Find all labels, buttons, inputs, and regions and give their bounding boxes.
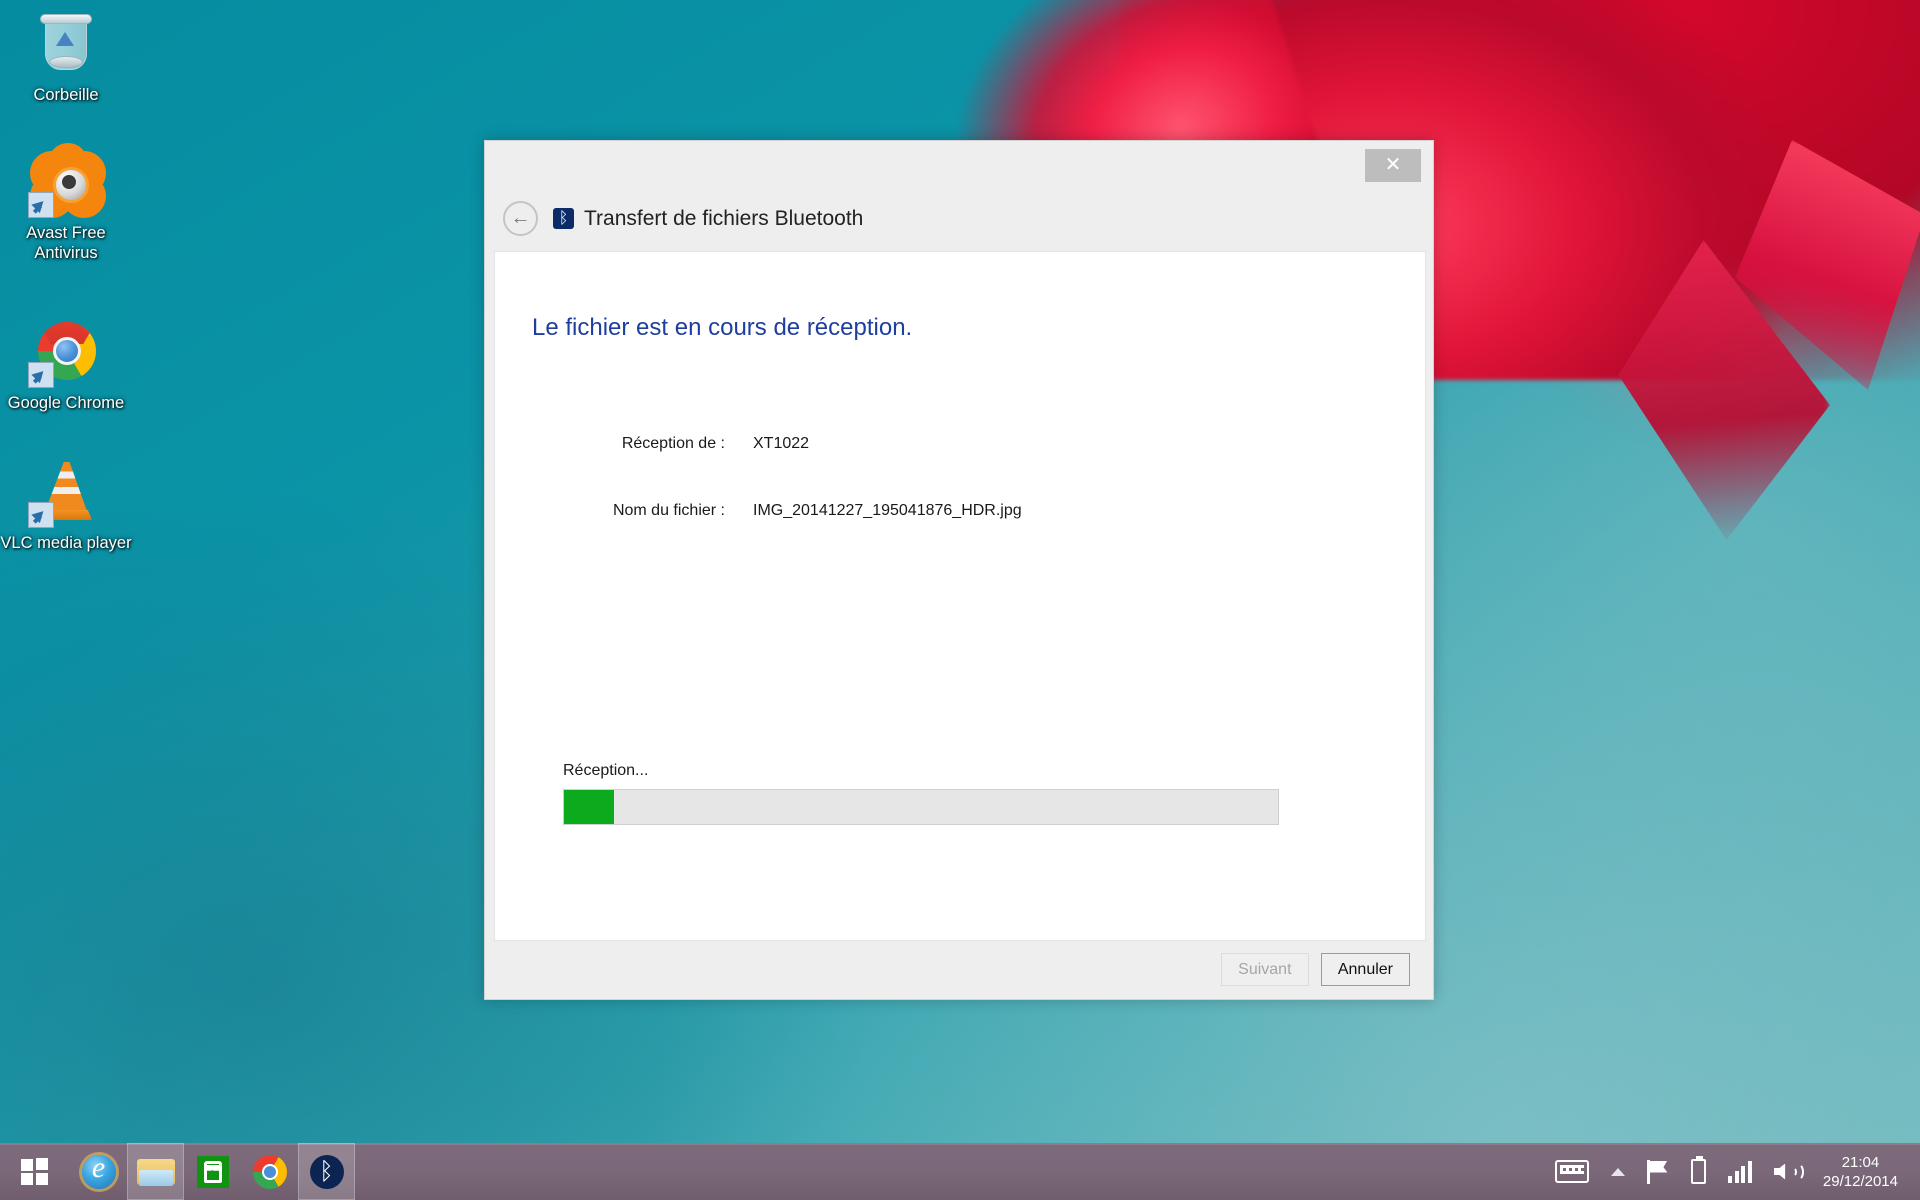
bluetooth-icon: ᛒ xyxy=(553,208,574,229)
bluetooth-glyph: ᛒ xyxy=(319,1157,334,1185)
bluetooth-icon: ᛒ xyxy=(309,1154,344,1189)
desktop-icon-chrome[interactable]: Google Chrome xyxy=(0,318,132,413)
chevron-up-icon xyxy=(1611,1167,1626,1176)
back-arrow-icon[interactable]: ← xyxy=(503,201,538,236)
desktop-icon-label: Corbeille xyxy=(33,86,99,104)
dialog-titlebar: ✕ ← ᛒ Transfert de fichiers Bluetooth xyxy=(485,141,1433,251)
keyboard-icon xyxy=(1555,1160,1590,1183)
next-button[interactable]: Suivant xyxy=(1220,953,1309,986)
desktop-icon-label: Google Chrome xyxy=(7,394,125,412)
tray-action-center-button[interactable] xyxy=(1636,1143,1680,1200)
start-button[interactable] xyxy=(0,1143,70,1200)
battery-icon xyxy=(1691,1155,1707,1184)
tray-volume-button[interactable] xyxy=(1763,1143,1815,1200)
taskbar-item-internet-explorer[interactable] xyxy=(70,1143,127,1200)
windows-logo-icon xyxy=(21,1157,49,1186)
field-value: IMG_20141227_195041876_HDR.jpg xyxy=(753,502,1022,519)
shortcut-overlay-icon xyxy=(28,192,54,218)
status-headline: Le fichier est en cours de réception. xyxy=(532,314,913,341)
internet-explorer-icon xyxy=(81,1151,116,1189)
wallpaper-petal-tip xyxy=(1735,140,1920,390)
taskbar: ᛒ 21:04 xyxy=(0,1143,1920,1200)
speaker-icon xyxy=(1773,1160,1804,1184)
wallpaper-petal-glow xyxy=(1420,0,1920,640)
desktop[interactable]: Corbeille Avast Free Antivirus Google Ch… xyxy=(0,0,1920,1200)
desktop-icon-recycle-bin[interactable]: Corbeille xyxy=(0,10,132,105)
progress-bar xyxy=(563,789,1279,825)
field-label: Réception de : xyxy=(621,435,725,452)
bluetooth-glyph: ᛒ xyxy=(558,210,569,227)
tray-battery-button[interactable] xyxy=(1680,1143,1717,1200)
cancel-button[interactable]: Annuler xyxy=(1320,953,1410,986)
chrome-icon xyxy=(252,1154,287,1189)
dialog-footer: Suivant Annuler xyxy=(494,947,1426,992)
taskbar-item-chrome[interactable] xyxy=(241,1143,298,1200)
signal-bars-icon xyxy=(1728,1160,1752,1183)
tray-keyboard-button[interactable] xyxy=(1544,1143,1600,1200)
desktop-icon-label-line2: Antivirus xyxy=(34,244,98,262)
avast-icon xyxy=(28,148,100,218)
wallpaper-petal-spike xyxy=(1618,240,1830,540)
clock-date: 29/12/2014 xyxy=(1822,1172,1898,1190)
vlc-icon xyxy=(28,458,100,528)
clock[interactable]: 21:04 29/12/2014 xyxy=(1815,1153,1912,1191)
folder-icon xyxy=(136,1157,175,1187)
chrome-icon xyxy=(28,318,100,388)
store-icon xyxy=(196,1155,229,1188)
taskbar-item-bluetooth[interactable]: ᛒ xyxy=(298,1143,355,1200)
field-label: Nom du fichier : xyxy=(612,502,725,519)
desktop-icon-vlc[interactable]: VLC media player xyxy=(0,458,132,553)
tray-show-hidden-icons-button[interactable] xyxy=(1600,1143,1636,1200)
tray-network-button[interactable] xyxy=(1717,1143,1763,1200)
desktop-icon-label: VLC media player xyxy=(0,534,132,552)
close-icon[interactable]: ✕ xyxy=(1365,149,1421,182)
system-tray: 21:04 29/12/2014 xyxy=(1544,1143,1920,1200)
taskbar-item-file-explorer[interactable] xyxy=(127,1143,184,1200)
dialog-nav-row: ← ᛒ Transfert de fichiers Bluetooth xyxy=(503,201,863,236)
shortcut-overlay-icon xyxy=(28,362,54,388)
bluetooth-transfer-dialog: ✕ ← ᛒ Transfert de fichiers Bluetooth Le… xyxy=(484,140,1434,1000)
taskbar-item-store[interactable] xyxy=(184,1143,241,1200)
recycle-bin-icon xyxy=(32,10,100,78)
progress-label: Réception... xyxy=(563,762,649,779)
flag-icon xyxy=(1647,1159,1669,1184)
desktop-icon-label-line1: Avast Free xyxy=(26,224,106,242)
dialog-content: Le fichier est en cours de réception. Ré… xyxy=(494,251,1426,941)
field-value: XT1022 xyxy=(753,435,810,452)
progress-bar-fill xyxy=(564,790,614,824)
clock-time: 21:04 xyxy=(1841,1153,1880,1171)
desktop-icon-avast[interactable]: Avast Free Antivirus xyxy=(0,148,132,263)
shortcut-overlay-icon xyxy=(28,502,54,528)
dialog-title: Transfert de fichiers Bluetooth xyxy=(584,206,864,230)
